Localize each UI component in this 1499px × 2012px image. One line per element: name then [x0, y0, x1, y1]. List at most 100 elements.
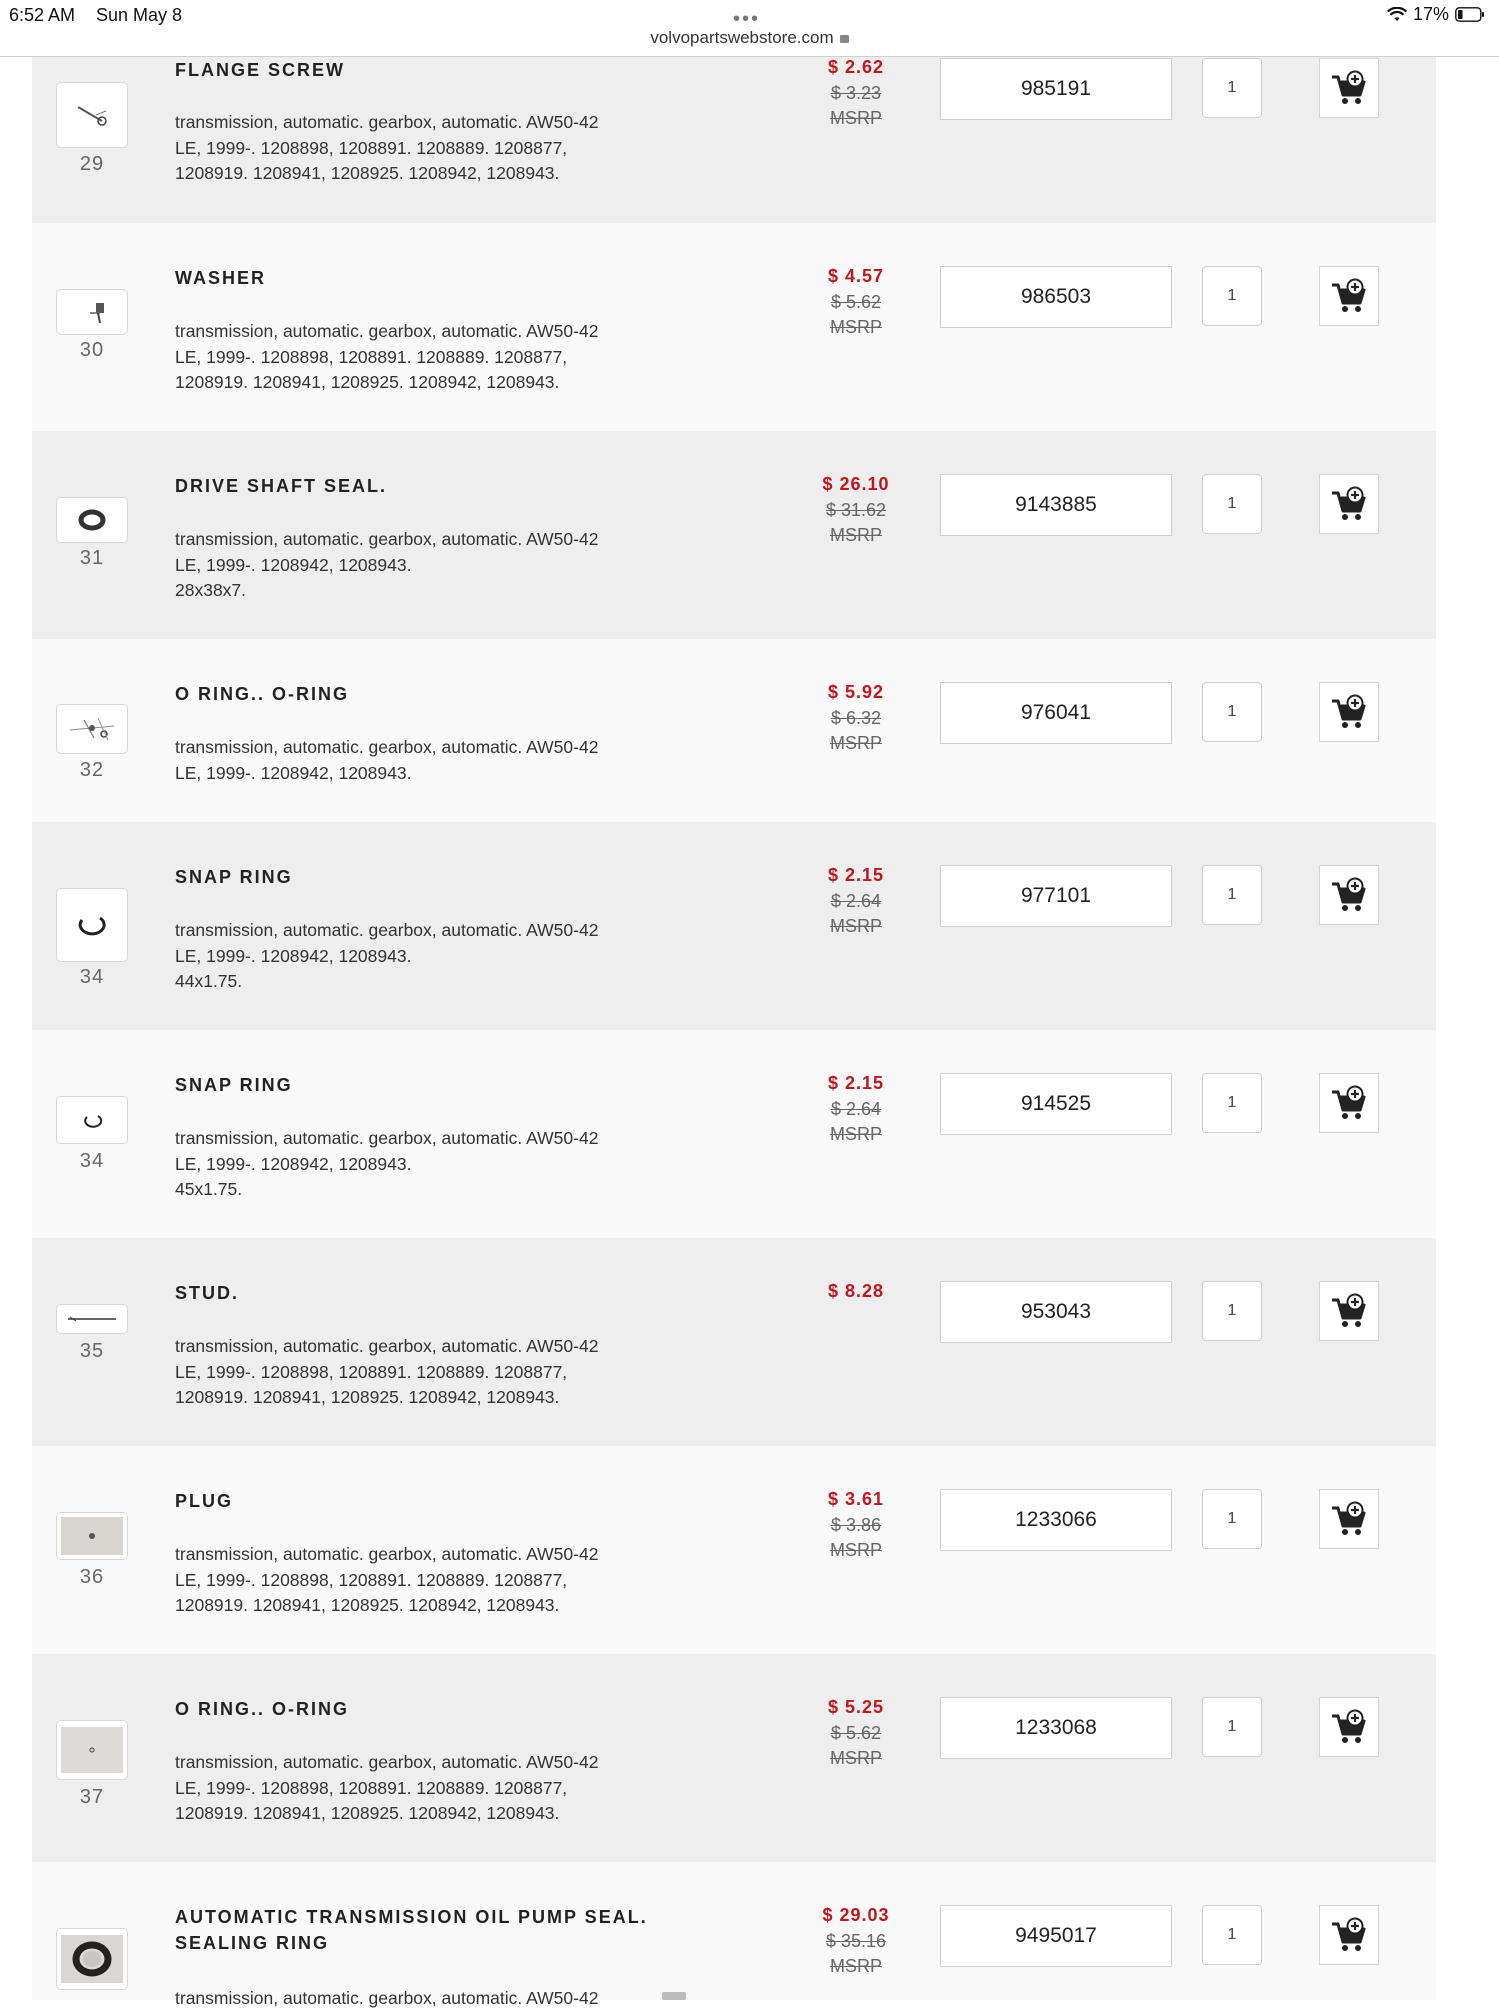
part-name[interactable]: PLUG: [175, 1488, 735, 1514]
url-text: volvopartswebstore.com: [650, 28, 834, 47]
quantity-input[interactable]: 1: [1202, 1489, 1262, 1549]
scroll-indicator[interactable]: [662, 1992, 686, 2000]
desc-line: 44x1.75.: [175, 971, 243, 991]
part-name[interactable]: O RING.. O-RING: [175, 1696, 735, 1722]
wifi-icon: [1386, 6, 1407, 21]
add-to-cart-button[interactable]: [1319, 865, 1379, 925]
washer-part-image[interactable]: [56, 289, 128, 335]
cart-plus-icon: [1332, 877, 1366, 911]
address-bar[interactable]: volvopartswebstore.com: [0, 28, 1499, 56]
part-name[interactable]: SNAP RING: [175, 864, 735, 890]
figure-number: 30: [79, 339, 105, 361]
add-to-cart-button[interactable]: [1319, 682, 1379, 742]
part-number-field[interactable]: 977101: [940, 865, 1172, 927]
quantity-input[interactable]: 1: [1202, 865, 1262, 925]
desc-line: LE, 1999-. 1208942, 1208943.: [175, 945, 412, 966]
cart-plus-icon: [1332, 1501, 1366, 1535]
part-number-field[interactable]: 1233068: [940, 1697, 1172, 1759]
original-price: $ 3.86: [830, 1514, 882, 1535]
desc-line: 1208919. 1208941, 1208925. 1208942, 1208…: [175, 1595, 560, 1615]
part-name[interactable]: O RING.. O-RING: [175, 681, 735, 707]
part-row: 30 WASHER transmission, automatic. gearb…: [32, 223, 1436, 431]
quantity-input[interactable]: 1: [1202, 1905, 1262, 1965]
desc-line: LE, 1999-. 1208942, 1208943.: [175, 762, 412, 783]
add-to-cart-button[interactable]: [1319, 1905, 1379, 1965]
part-number-field[interactable]: 1233066: [940, 1489, 1172, 1551]
desc-line: transmission, automatic. gearbox, automa…: [175, 1128, 599, 1148]
desc-line: transmission, automatic. gearbox, automa…: [175, 321, 599, 341]
figure-number: 31: [79, 547, 105, 569]
figure-number: 36: [79, 1566, 105, 1588]
seal-part-image[interactable]: [56, 497, 128, 543]
part-description: transmission, automatic. gearbox, automa…: [175, 735, 655, 786]
figure-number: 29: [79, 153, 105, 175]
snap-ring-small-part-image[interactable]: [56, 1096, 128, 1144]
desc-line: 1208919. 1208941, 1208925. 1208942, 1208…: [175, 372, 560, 392]
msrp-label: MSRP: [829, 916, 882, 936]
cart-plus-icon: [1332, 1085, 1366, 1119]
part-description: transmission, automatic. gearbox, automa…: [175, 319, 655, 396]
add-to-cart-button[interactable]: [1319, 58, 1379, 118]
part-row: 29 FLANGE SCREW transmission, automatic.…: [32, 57, 1436, 223]
part-number-field[interactable]: 976041: [940, 682, 1172, 744]
sale-price: $ 3.61: [827, 1489, 885, 1509]
add-to-cart-button[interactable]: [1319, 1489, 1379, 1549]
sale-price: $ 2.15: [827, 1073, 885, 1093]
snap-ring-part-image[interactable]: [56, 888, 128, 962]
add-to-cart-button[interactable]: [1319, 1697, 1379, 1757]
part-number-field[interactable]: 986503: [940, 266, 1172, 328]
msrp-label: MSRP: [829, 1956, 882, 1976]
part-description: transmission, automatic. gearbox, automa…: [175, 527, 655, 604]
stud-part-image[interactable]: [56, 1304, 128, 1334]
quantity-input[interactable]: 1: [1202, 266, 1262, 326]
part-number-field[interactable]: 953043: [940, 1281, 1172, 1343]
part-number-field[interactable]: 9495017: [940, 1905, 1172, 1967]
part-number-field[interactable]: 9143885: [940, 474, 1172, 536]
desc-line: 45x1.75.: [175, 1179, 243, 1199]
quantity-input[interactable]: 1: [1202, 58, 1262, 118]
part-name[interactable]: DRIVE SHAFT SEAL.: [175, 473, 735, 499]
part-name[interactable]: WASHER: [175, 265, 735, 291]
plug-part-image[interactable]: [56, 1512, 128, 1560]
cart-plus-icon: [1332, 486, 1366, 520]
quantity-input[interactable]: 1: [1202, 474, 1262, 534]
add-to-cart-button[interactable]: [1319, 1281, 1379, 1341]
part-name[interactable]: AUTOMATIC TRANSMISSION OIL PUMP SEAL. SE…: [175, 1904, 695, 1956]
status-indicators: 17%: [1386, 4, 1485, 25]
battery-icon: [1455, 7, 1484, 22]
figure-number: 34: [79, 1150, 105, 1172]
quantity-input[interactable]: 1: [1202, 1697, 1262, 1757]
price-block: $ 26.10 $ 31.62 MSRP: [752, 472, 960, 549]
desc-line: LE, 1999-. 1208898, 1208891. 1208889. 12…: [175, 1361, 568, 1382]
part-name[interactable]: FLANGE SCREW: [175, 57, 735, 83]
price-block: $ 8.28: [752, 1279, 960, 1305]
part-row: 36 PLUG transmission, automatic. gearbox…: [32, 1446, 1436, 1654]
o-ring-part-image[interactable]: [56, 704, 128, 754]
price-block: $ 5.92 $ 6.32 MSRP: [752, 680, 960, 757]
quantity-input[interactable]: 1: [1202, 682, 1262, 742]
add-to-cart-button[interactable]: [1319, 1073, 1379, 1133]
part-name[interactable]: SNAP RING: [175, 1072, 735, 1098]
quantity-input[interactable]: 1: [1202, 1073, 1262, 1133]
figure-number: 35: [79, 1340, 105, 1362]
part-number-field[interactable]: 914525: [940, 1073, 1172, 1135]
part-number-field[interactable]: 985191: [940, 58, 1172, 120]
desc-line: transmission, automatic. gearbox, automa…: [175, 529, 599, 549]
msrp-label: MSRP: [829, 1748, 882, 1768]
cart-plus-icon: [1332, 278, 1366, 312]
msrp-label: MSRP: [829, 733, 882, 753]
quantity-input[interactable]: 1: [1202, 1281, 1262, 1341]
price-block: $ 3.61 $ 3.86 MSRP: [752, 1487, 960, 1564]
o-ring-photo-part-image[interactable]: [56, 1720, 128, 1780]
cart-plus-icon: [1332, 1293, 1366, 1327]
screw-part-image[interactable]: [56, 82, 128, 148]
original-price: $ 5.62: [830, 291, 882, 312]
cart-plus-icon: [1332, 694, 1366, 728]
oil-pump-seal-part-image[interactable]: [56, 1928, 128, 1990]
sale-price: $ 26.10: [822, 474, 890, 494]
add-to-cart-button[interactable]: [1319, 266, 1379, 326]
part-description: transmission, automatic. gearbox, automa…: [175, 1126, 655, 1203]
part-name[interactable]: STUD.: [175, 1280, 735, 1306]
part-row: 34 SNAP RING transmission, automatic. ge…: [32, 1030, 1436, 1238]
add-to-cart-button[interactable]: [1319, 474, 1379, 534]
